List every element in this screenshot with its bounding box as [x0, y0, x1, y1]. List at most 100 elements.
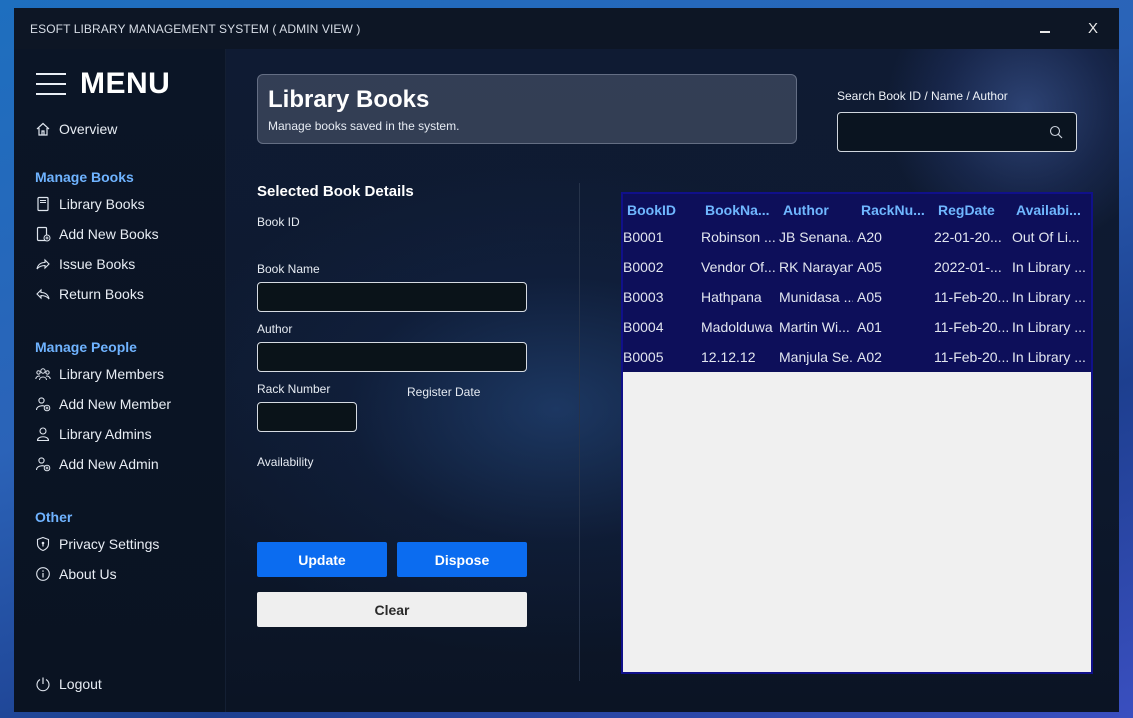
shield-icon: [34, 535, 52, 553]
cell: B0002: [623, 259, 664, 275]
cell: 11-Feb-20...: [934, 349, 1008, 365]
main-content: Library Books Manage books saved in the …: [226, 49, 1119, 712]
title-bar: ESOFT LIBRARY MANAGEMENT SYSTEM ( ADMIN …: [14, 8, 1119, 49]
cell: 12.12.12: [701, 349, 756, 365]
person-add-icon: [34, 455, 52, 473]
logout-button[interactable]: Logout: [34, 673, 102, 695]
clear-button[interactable]: Clear: [257, 592, 527, 627]
table-row[interactable]: B0003 Hathpana Munidasa ... A05 11-Feb-2…: [623, 282, 1091, 312]
people-group-icon: [34, 365, 52, 383]
availability-label: Availability: [257, 455, 314, 469]
column-header[interactable]: RackNu...: [861, 202, 933, 218]
cell: B0003: [623, 289, 664, 305]
page-title: Library Books: [268, 86, 430, 113]
cell: Vendor Of...: [701, 259, 775, 275]
search-icon[interactable]: [1048, 124, 1064, 140]
cell: A01: [857, 319, 882, 335]
register-date-label: Register Date: [407, 385, 481, 399]
page-subtitle: Manage books saved in the system.: [268, 119, 460, 133]
cell: Hathpana: [701, 289, 762, 305]
cell: Munidasa ...: [779, 289, 853, 305]
rack-number-label: Rack Number: [257, 382, 331, 396]
minimize-button[interactable]: [1038, 16, 1052, 36]
table-row[interactable]: B0004 Madolduwa Martin Wi... A01 11-Feb-…: [623, 312, 1091, 342]
cell: Madolduwa: [701, 319, 773, 335]
cell: In Library ...: [1012, 349, 1086, 365]
cell: 2022-01-...: [934, 259, 1002, 275]
section-manage-people: Manage People: [35, 339, 137, 355]
column-header[interactable]: RegDate: [938, 202, 1010, 218]
sidebar-item-overview[interactable]: Overview: [34, 118, 117, 140]
sidebar-item-library-books[interactable]: Library Books: [34, 193, 145, 215]
table-row[interactable]: B0002 Vendor Of... RK Narayan A05 2022-0…: [623, 252, 1091, 282]
update-button[interactable]: Update: [257, 542, 387, 577]
table-row[interactable]: B0005 12.12.12 Manjula Se... A02 11-Feb-…: [623, 342, 1091, 372]
author-field[interactable]: [257, 342, 527, 372]
sidebar-item-label: Add New Books: [59, 226, 159, 242]
cell: In Library ...: [1012, 319, 1086, 335]
info-icon: [34, 565, 52, 583]
cell: 22-01-20...: [934, 229, 1002, 245]
table-row[interactable]: B0001 Robinson ... JB Senana... A20 22-0…: [623, 222, 1091, 252]
sidebar-item-label: Add New Admin: [59, 456, 159, 472]
sidebar-item-label: Library Books: [59, 196, 145, 212]
cell: Robinson ...: [701, 229, 775, 245]
page-header-card: Library Books Manage books saved in the …: [257, 74, 797, 144]
cell: Martin Wi...: [779, 319, 850, 335]
sidebar-item-library-admins[interactable]: Library Admins: [34, 423, 152, 445]
sidebar-item-add-new-admin[interactable]: Add New Admin: [34, 453, 159, 475]
sidebar-item-return-books[interactable]: Return Books: [34, 283, 144, 305]
sidebar-item-privacy-settings[interactable]: Privacy Settings: [34, 533, 159, 555]
section-other: Other: [35, 509, 73, 525]
share-arrow-icon: [34, 255, 52, 273]
sidebar-item-label: Library Members: [59, 366, 165, 382]
menu-title: MENU: [80, 67, 171, 100]
close-button[interactable]: X: [1088, 20, 1098, 37]
person-icon: [34, 425, 52, 443]
sidebar-item-label: Privacy Settings: [59, 536, 160, 552]
author-label: Author: [257, 322, 293, 336]
cell: A02: [857, 349, 882, 365]
logout-label: Logout: [59, 676, 102, 692]
column-header[interactable]: BookID: [627, 202, 699, 218]
window-title: ESOFT LIBRARY MANAGEMENT SYSTEM ( ADMIN …: [30, 22, 361, 36]
cell: RK Narayan: [779, 259, 853, 275]
sidebar-item-about-us[interactable]: About Us: [34, 563, 117, 585]
sidebar-item-add-new-member[interactable]: Add New Member: [34, 393, 171, 415]
hamburger-menu-icon[interactable]: [36, 73, 66, 95]
books-table[interactable]: BookID BookNa... Author RackNu... RegDat…: [621, 192, 1093, 674]
power-icon: [34, 675, 52, 693]
sidebar-item-label: Return Books: [59, 286, 144, 302]
book-name-field[interactable]: [257, 282, 527, 312]
sidebar-item-add-new-books[interactable]: Add New Books: [34, 223, 159, 245]
sidebar-item-label: About Us: [59, 566, 117, 582]
cell: A20: [857, 229, 882, 245]
book-add-icon: [34, 225, 52, 243]
cell: JB Senana...: [779, 229, 853, 245]
cell: Manjula Se...: [779, 349, 853, 365]
book-icon: [34, 195, 52, 213]
cell: In Library ...: [1012, 289, 1086, 305]
app-window: ESOFT LIBRARY MANAGEMENT SYSTEM ( ADMIN …: [14, 8, 1119, 712]
cell: In Library ...: [1012, 259, 1086, 275]
cell: Out Of Li...: [1012, 229, 1080, 245]
sidebar-item-label: Library Admins: [59, 426, 152, 442]
search-input[interactable]: [837, 112, 1077, 152]
cell: B0001: [623, 229, 664, 245]
column-header[interactable]: BookNa...: [705, 202, 777, 218]
book-id-label: Book ID: [257, 215, 300, 229]
dispose-button[interactable]: Dispose: [397, 542, 527, 577]
rack-number-field[interactable]: [257, 402, 357, 432]
column-header[interactable]: Author: [783, 202, 855, 218]
cell: A05: [857, 289, 882, 305]
sidebar-item-issue-books[interactable]: Issue Books: [34, 253, 135, 275]
cell: A05: [857, 259, 882, 275]
sidebar-item-library-members[interactable]: Library Members: [34, 363, 164, 385]
section-manage-books: Manage Books: [35, 169, 134, 185]
sidebar-item-label: Issue Books: [59, 256, 136, 272]
vertical-divider: [579, 183, 580, 681]
sidebar: MENU Overview Manage Books Library Books…: [14, 49, 226, 712]
sidebar-item-label: Add New Member: [59, 396, 172, 412]
column-header[interactable]: Availabi...: [1016, 202, 1088, 218]
selected-book-details-title: Selected Book Details: [257, 183, 414, 200]
